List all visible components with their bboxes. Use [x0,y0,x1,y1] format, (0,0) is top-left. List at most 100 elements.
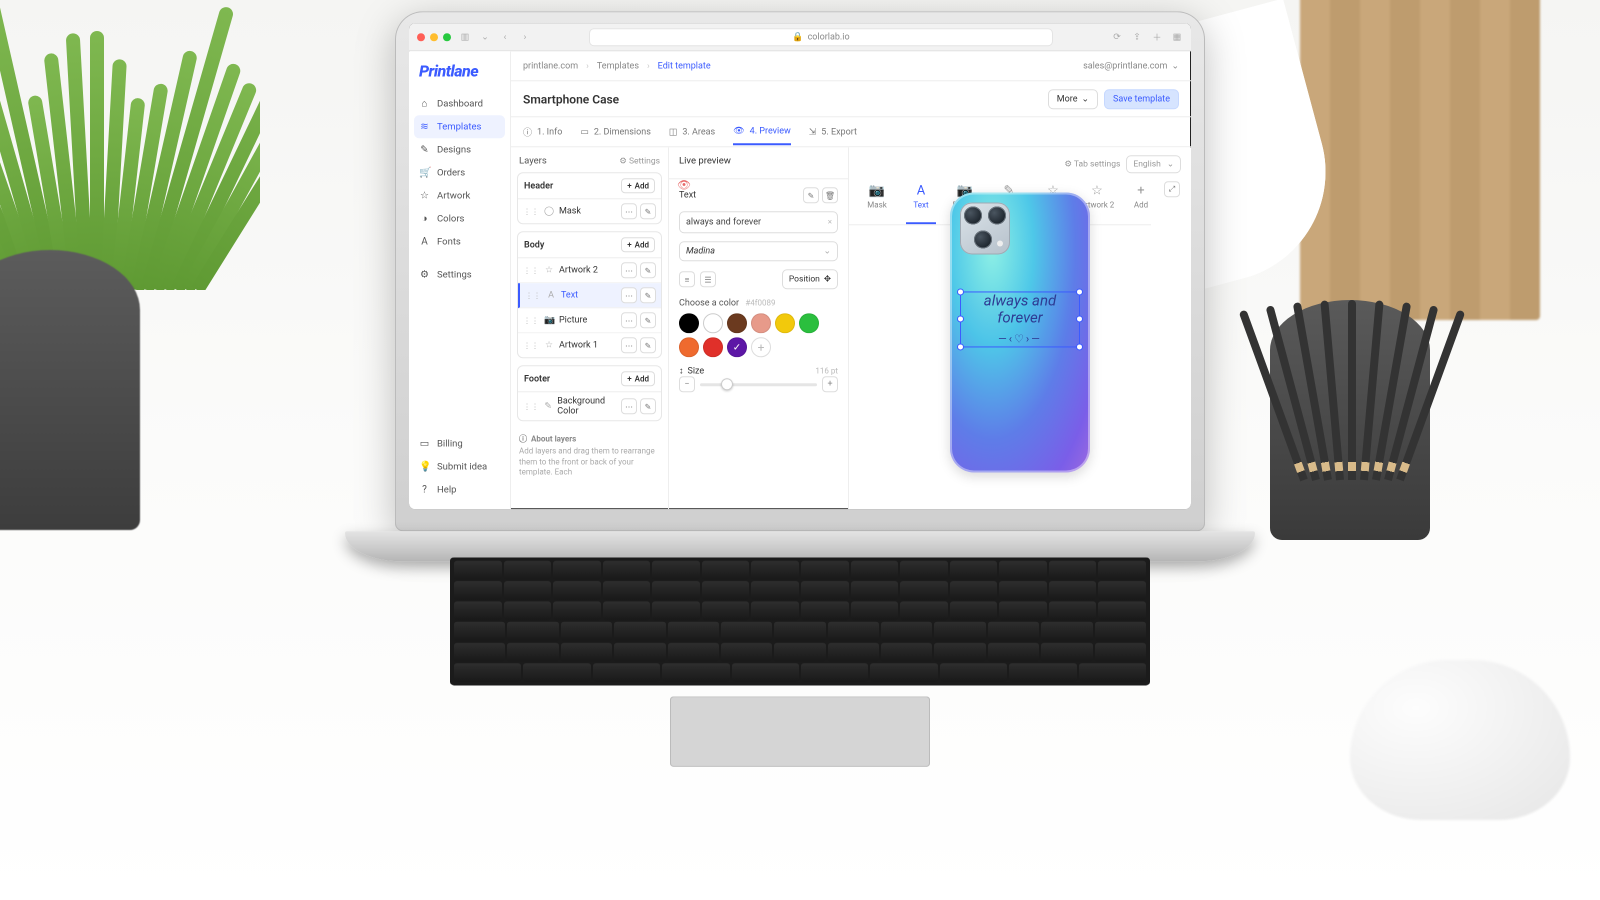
resize-handle[interactable] [957,343,964,350]
brand-logo[interactable]: Printlane [409,51,510,92]
layers-settings-button[interactable]: ⚙ Settings [619,156,660,166]
edit-icon[interactable]: ✎ [640,262,656,278]
refresh-icon[interactable]: ⟳ [1111,32,1123,42]
color-swatch[interactable] [679,313,699,333]
step-areas[interactable]: ◫3. Areas [669,120,715,144]
resize-handle[interactable] [1076,343,1083,350]
resize-handle[interactable] [957,288,964,295]
breadcrumb[interactable]: printlane.com [523,61,578,71]
new-tab-icon[interactable]: ＋ [1151,30,1163,43]
editor-tab-text[interactable]: AText [899,181,943,224]
traffic-lights[interactable] [417,33,451,41]
editor-tab-add[interactable]: +Add [1119,181,1151,224]
maximize-window-icon[interactable] [443,33,451,41]
more-icon[interactable]: ⋯ [621,312,637,328]
expand-icon[interactable]: ⤢ [1164,181,1180,197]
drag-handle-icon[interactable]: ⋮⋮ [523,207,539,216]
breadcrumb[interactable]: Templates [597,61,639,71]
language-select[interactable]: English ⌄ [1126,155,1181,173]
more-icon[interactable]: ⋯ [621,337,637,353]
edit-icon[interactable]: ✎ [640,203,656,219]
resize-handle[interactable] [1076,315,1083,322]
add-layer-button[interactable]: +Add [621,237,655,252]
drag-handle-icon[interactable]: ⋮⋮ [523,402,539,411]
more-icon[interactable]: ⋯ [621,203,637,219]
edit-icon[interactable]: ✎ [640,312,656,328]
share-icon[interactable]: ⇪ [1131,32,1143,42]
chevron-down-icon[interactable]: ⌄ [479,32,491,42]
step-export[interactable]: ⇲5. Export [809,120,857,144]
resize-handle[interactable] [1076,288,1083,295]
sidebar-item-dashboard[interactable]: ⌂Dashboard [409,92,510,115]
color-swatch[interactable] [703,337,723,357]
sidebar-toggle-icon[interactable]: ▥ [459,32,471,42]
more-icon[interactable]: ⋯ [621,398,637,414]
address-bar[interactable]: 🔒 colorlab.io [589,28,1053,46]
step-preview[interactable]: 👁4. Preview [733,119,791,145]
drag-handle-icon[interactable]: ⋮⋮ [523,341,539,350]
more-button[interactable]: More ⌄ [1048,89,1098,109]
add-layer-button[interactable]: +Add [621,178,655,193]
layer-item[interactable]: ⋮⋮◯Mask⋯✎ [518,199,661,223]
decrement-icon[interactable]: − [679,376,695,392]
sidebar-item-settings[interactable]: ⚙Settings [409,263,510,286]
edit-icon[interactable]: ✎ [640,398,656,414]
more-icon[interactable]: ⋯ [621,262,637,278]
align-left-icon[interactable]: ≡ [679,271,695,287]
visibility-off-icon[interactable]: 👁 [677,178,691,192]
sidebar-item-artwork[interactable]: ☆Artwork [409,184,510,207]
step-info[interactable]: ⓘ1. Info [523,118,562,145]
sidebar-item-templates[interactable]: ≋Templates [414,115,505,138]
forward-icon[interactable]: › [519,32,531,42]
layer-item[interactable]: ⋮⋮☆Artwork 2⋯✎ [518,258,661,283]
increment-icon[interactable]: + [822,376,838,392]
layer-item[interactable]: ⋮⋮📷Picture⋯✎ [518,308,661,333]
sidebar-item-orders[interactable]: 🛒Orders [409,161,510,184]
sidebar-item-colors[interactable]: ◑Colors [409,207,510,230]
edit-icon[interactable]: ✎ [640,287,656,303]
color-swatch[interactable] [703,313,723,333]
resize-handle[interactable] [957,315,964,322]
sidebar-item-billing[interactable]: ▭Billing [409,432,510,455]
clear-icon[interactable]: × [828,217,832,226]
color-swatch[interactable] [799,313,819,333]
add-layer-button[interactable]: +Add [621,371,655,386]
back-icon[interactable]: ‹ [499,32,511,42]
sidebar-item-submit-idea[interactable]: 💡Submit idea [409,455,510,478]
drag-handle-icon[interactable]: ⋮⋮ [523,266,539,275]
color-swatch[interactable] [775,313,795,333]
edit-icon[interactable]: ✎ [640,337,656,353]
color-swatch[interactable] [727,337,747,357]
add-color-button[interactable]: + [751,337,771,357]
text-input[interactable]: always and forever × [679,211,838,233]
close-window-icon[interactable] [417,33,425,41]
color-swatch[interactable] [751,313,771,333]
position-button[interactable]: Position ✥ [782,269,838,289]
user-menu[interactable]: sales@printlane.com ⌄ [1083,61,1179,71]
size-slider[interactable]: − + [679,376,838,392]
layer-item[interactable]: ⋮⋮AText⋯✎ [518,283,661,308]
layer-item[interactable]: ⋮⋮☆Artwork 1⋯✎ [518,333,661,357]
selection-box[interactable] [960,291,1080,347]
tabs-icon[interactable]: ▦ [1171,32,1183,42]
slider-thumb[interactable] [721,378,733,390]
edit-icon[interactable]: ✎ [803,187,819,203]
sidebar-item-help[interactable]: ?Help [409,478,510,501]
color-swatch[interactable] [727,313,747,333]
tab-settings-button[interactable]: ⚙ Tab settings [1064,159,1120,169]
slider-track[interactable] [700,383,817,386]
more-icon[interactable]: ⋯ [621,287,637,303]
sidebar-item-fonts[interactable]: AFonts [409,230,510,253]
save-template-button[interactable]: Save template [1104,89,1179,109]
font-select[interactable]: Madina ⌄ [679,241,838,261]
editor-tab-mask[interactable]: 📷Mask [855,181,899,224]
align-center-icon[interactable]: ☰ [700,271,716,287]
drag-handle-icon[interactable]: ⋮⋮ [525,291,541,300]
color-swatch[interactable] [679,337,699,357]
phone-mockup[interactable]: always and forever ―‹♡›― [950,192,1090,472]
minimize-window-icon[interactable] [430,33,438,41]
layer-item[interactable]: ⋮⋮✎Background Color⋯✎ [518,392,661,420]
delete-icon[interactable]: 🗑 [822,187,838,203]
sidebar-item-designs[interactable]: ✎Designs [409,138,510,161]
drag-handle-icon[interactable]: ⋮⋮ [523,316,539,325]
